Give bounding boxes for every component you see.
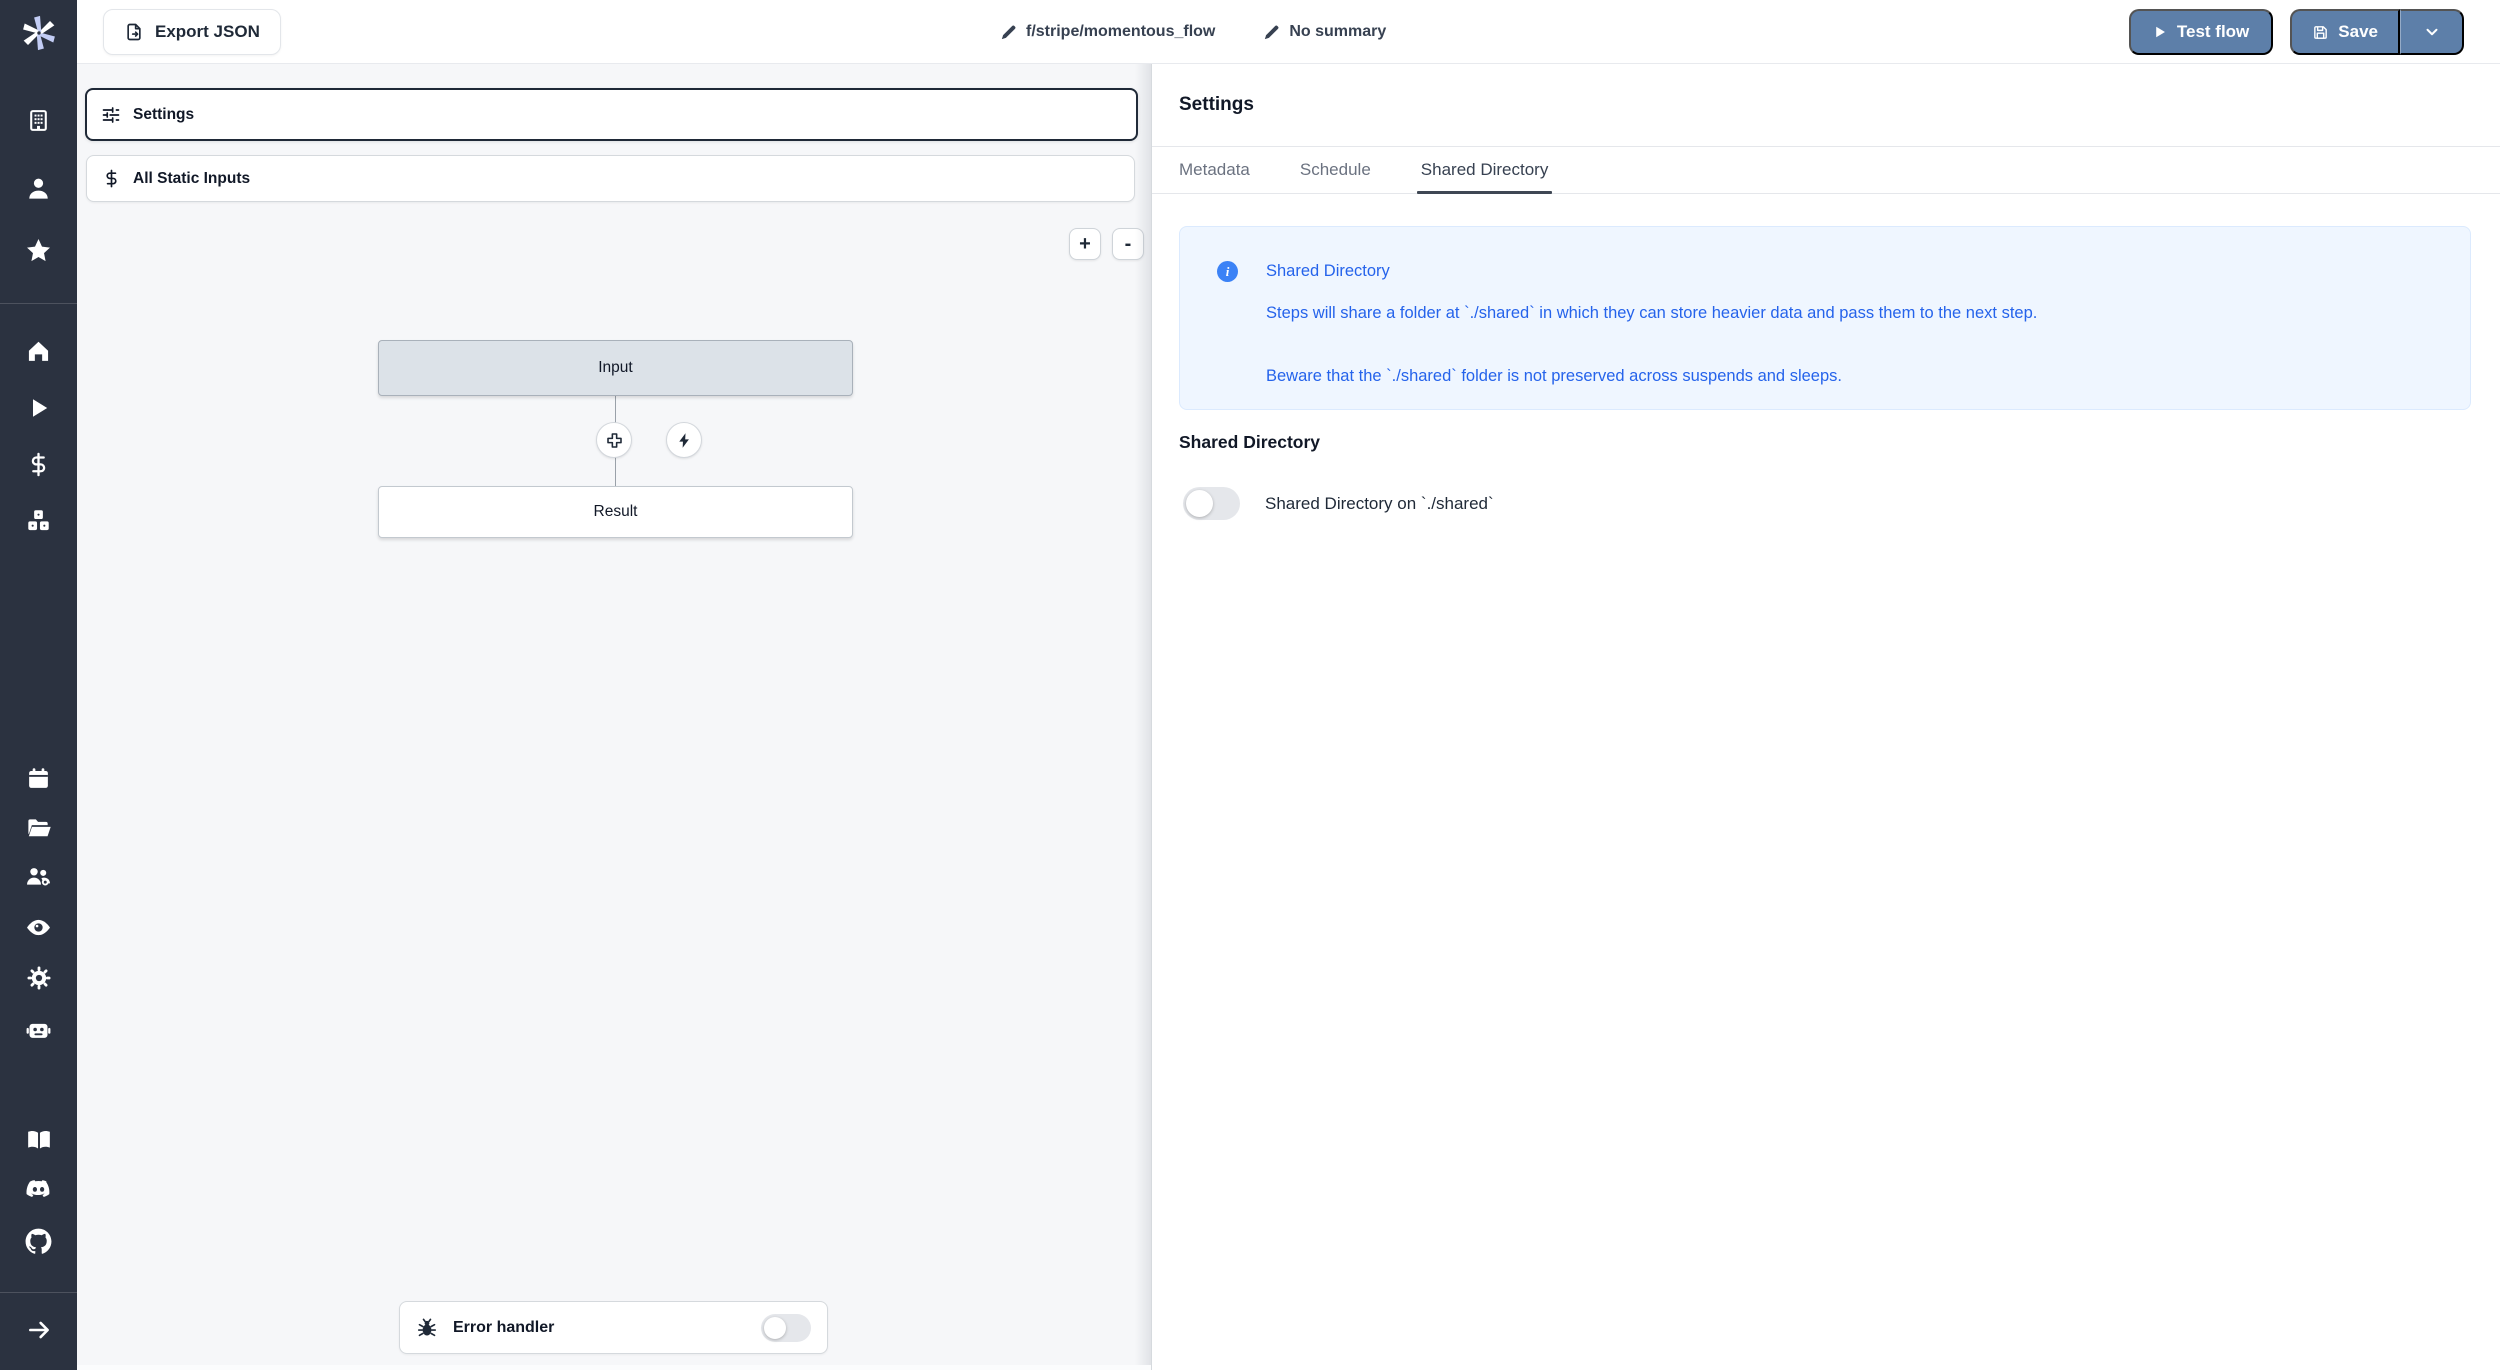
zoom-out-button[interactable]: -: [1112, 228, 1144, 260]
error-handler-label: Error handler: [453, 1319, 554, 1337]
test-flow-label: Test flow: [2177, 22, 2249, 42]
file-export-icon: [124, 22, 144, 42]
flow-path-label: f/stripe/momentous_flow: [1026, 23, 1215, 41]
topbar-actions: Test flow Save: [2129, 9, 2464, 55]
flow-summary-edit[interactable]: No summary: [1263, 23, 1386, 41]
calendar-icon[interactable]: [0, 756, 77, 800]
tab-shared-directory[interactable]: Shared Directory: [1421, 147, 1549, 193]
arrow-right-icon[interactable]: [0, 1308, 77, 1352]
tab-metadata[interactable]: Metadata: [1179, 147, 1250, 193]
chevron-down-icon: [2423, 23, 2441, 41]
discord-icon[interactable]: [0, 1166, 77, 1210]
result-node[interactable]: Result: [378, 486, 853, 538]
info-box-line1: Steps will share a folder at `./shared` …: [1266, 304, 2037, 323]
topbar-center: f/stripe/momentous_flow No summary: [1000, 0, 1386, 64]
dollar-icon[interactable]: [0, 442, 77, 486]
gear-icon[interactable]: [0, 956, 77, 1000]
save-button-group: Save: [2290, 9, 2464, 55]
sliders-icon: [101, 105, 121, 125]
user-icon[interactable]: [0, 166, 77, 210]
tab-schedule[interactable]: Schedule: [1300, 147, 1371, 193]
windmill-logo[interactable]: [0, 11, 77, 55]
play-icon[interactable]: [0, 386, 77, 430]
robot-icon[interactable]: [0, 1007, 77, 1051]
info-box-title: Shared Directory: [1266, 262, 1390, 281]
user-group-gear-icon[interactable]: [0, 854, 77, 898]
folder-open-icon[interactable]: [0, 806, 77, 850]
error-handler-toggle[interactable]: [761, 1314, 811, 1342]
dollar-icon: [102, 169, 121, 188]
shared-directory-toggle-label: Shared Directory on `./shared`: [1265, 494, 1494, 514]
topbar: Export JSON f/stripe/momentous_flow No s…: [77, 0, 2500, 64]
flow-editor-panel: Settings All Static Inputs + - Input Res…: [77, 64, 1152, 1370]
info-icon: i: [1217, 261, 1238, 282]
save-button[interactable]: Save: [2290, 9, 2400, 55]
settings-tabs: Metadata Schedule Shared Directory: [1152, 147, 2500, 194]
all-static-inputs-module[interactable]: All Static Inputs: [86, 155, 1135, 202]
canvas-bottom-strip: [77, 1365, 1151, 1370]
flow-settings-module[interactable]: Settings: [85, 88, 1138, 141]
test-flow-button[interactable]: Test flow: [2129, 9, 2273, 55]
building-icon[interactable]: [0, 98, 77, 142]
flow-settings-label: Settings: [133, 106, 194, 124]
book-open-icon[interactable]: [0, 1118, 77, 1162]
settings-panel-title: Settings: [1179, 94, 1254, 116]
all-static-inputs-label: All Static Inputs: [133, 170, 250, 188]
trigger-button[interactable]: [666, 422, 702, 458]
sidebar-divider: [0, 1292, 77, 1293]
input-node[interactable]: Input: [378, 340, 853, 396]
pencil-icon: [1000, 24, 1017, 41]
shared-directory-info-box: i Shared Directory Steps will share a fo…: [1179, 226, 2471, 410]
pencil-icon: [1263, 24, 1280, 41]
toggle-thumb: [1186, 490, 1213, 517]
export-json-label: Export JSON: [155, 22, 260, 42]
flow-summary-label: No summary: [1289, 23, 1386, 41]
save-label: Save: [2338, 22, 2378, 42]
toggle-thumb: [764, 1317, 786, 1339]
settings-panel-header: Settings: [1152, 64, 2500, 147]
panel-edge-shadow: [1135, 64, 1151, 1370]
github-icon[interactable]: [0, 1219, 77, 1263]
shared-directory-toggle[interactable]: [1183, 487, 1240, 520]
save-dropdown-button[interactable]: [2400, 9, 2464, 55]
bug-icon: [416, 1317, 438, 1339]
flow-path-edit[interactable]: f/stripe/momentous_flow: [1000, 23, 1215, 41]
sidebar: [0, 0, 77, 1370]
star-icon[interactable]: [0, 228, 77, 272]
shared-directory-toggle-row: Shared Directory on `./shared`: [1183, 487, 1494, 520]
home-icon[interactable]: [0, 329, 77, 373]
export-json-button[interactable]: Export JSON: [103, 9, 281, 55]
zoom-in-button[interactable]: +: [1069, 228, 1101, 260]
add-step-button[interactable]: [596, 422, 632, 458]
sidebar-divider: [0, 303, 77, 304]
settings-panel: Settings Metadata Schedule Shared Direct…: [1152, 64, 2500, 1370]
boxes-icon[interactable]: [0, 498, 77, 542]
shared-directory-section-title: Shared Directory: [1179, 432, 1320, 453]
eye-icon[interactable]: [0, 905, 77, 949]
save-icon: [2312, 24, 2329, 41]
play-icon: [2153, 25, 2167, 39]
error-handler-module[interactable]: Error handler: [399, 1301, 828, 1354]
info-box-line2: Beware that the `./shared` folder is not…: [1266, 367, 1842, 386]
